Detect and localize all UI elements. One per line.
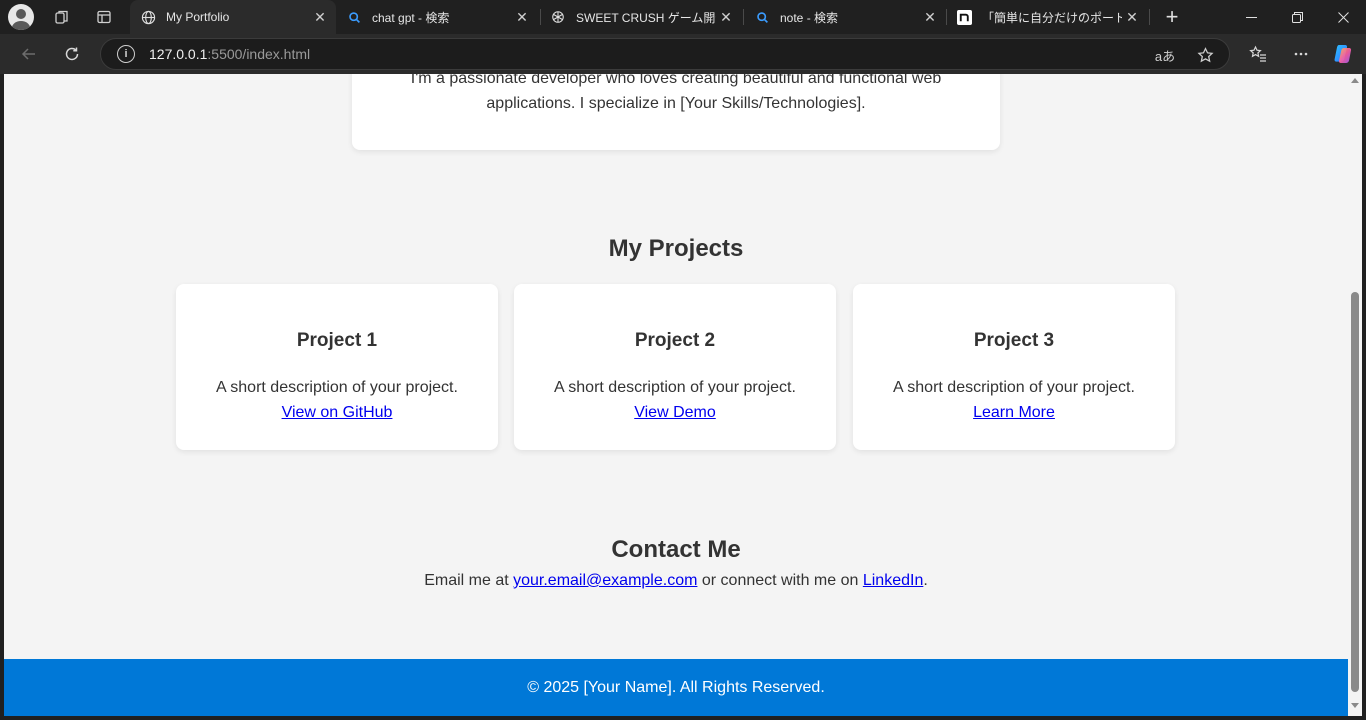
close-tab-icon[interactable]: ✕ [716,7,736,27]
favorite-star-icon[interactable] [1193,43,1217,67]
close-tab-icon[interactable]: ✕ [1122,7,1142,27]
footer-text: © 2025 [Your Name]. All Rights Reserved. [527,678,825,696]
search-icon [754,9,770,25]
page-scrollbar[interactable] [1348,74,1362,716]
about-text: I'm a passionate developer who loves cre… [410,74,942,112]
scroll-thumb[interactable] [1351,292,1359,692]
project-title: Project 2 [634,330,716,351]
contact-suffix: . [923,572,928,589]
tab-title: 「簡単に自分だけのポートフォリ [982,10,1122,25]
scroll-down-arrow-icon[interactable] [1351,703,1359,708]
copilot-icon[interactable] [1328,39,1358,69]
tab-my-portfolio[interactable]: My Portfolio ✕ [130,0,336,34]
read-aloud-icon[interactable]: aあ [1153,43,1177,67]
favorites-icon[interactable] [1243,39,1273,69]
project-card: Project 3 A short description of your pr… [853,284,1175,450]
close-window-button[interactable] [1320,0,1366,34]
url-host: 127.0.0.1 [149,46,208,62]
project-description: A short description of your project. [554,379,796,396]
close-tab-icon[interactable]: ✕ [310,7,330,27]
profile-avatar[interactable] [8,4,34,30]
page-footer: © 2025 [Your Name]. All Rights Reserved. [4,659,1348,716]
close-tab-icon[interactable]: ✕ [512,7,532,27]
url-path: :5500/index.html [207,46,311,62]
tab-separator [1149,9,1150,25]
globe-icon [140,9,156,25]
project-link-github[interactable]: View on GitHub [176,404,498,422]
projects-heading: My Projects [608,235,744,262]
refresh-button[interactable] [57,39,87,69]
search-icon [346,9,362,25]
project-card: Project 1 A short description of your pr… [176,284,498,450]
vertical-tabs-icon[interactable] [90,3,118,31]
project-description: A short description of your project. [216,379,458,396]
page-viewport: I'm a passionate developer who loves cre… [4,74,1348,716]
project-description: A short description of your project. [893,379,1135,396]
project-title: Project 3 [973,330,1055,351]
new-tab-button[interactable]: + [1158,3,1186,31]
address-bar[interactable]: i 127.0.0.1:5500/index.html aあ [100,38,1230,70]
about-card: I'm a passionate developer who loves cre… [352,74,1000,150]
minimize-button[interactable] [1228,0,1274,34]
tab-title: note - 検索 [780,10,839,25]
email-link[interactable]: your.email@example.com [513,572,697,589]
project-title: Project 1 [296,330,378,351]
browser-toolbar: i 127.0.0.1:5500/index.html aあ [0,34,1366,74]
back-button[interactable] [14,39,44,69]
tab-chat-gpt-search[interactable]: chat gpt - 検索 ✕ [336,0,538,34]
tab-note-article[interactable]: 「簡単に自分だけのポートフォリ ✕ [946,0,1148,34]
contact-middle: or connect with me on [697,572,863,589]
project-card: Project 2 A short description of your pr… [514,284,836,450]
tab-title: chat gpt - 検索 [372,10,450,25]
linkedin-link[interactable]: LinkedIn [863,572,924,589]
contact-text: Email me at your.email@example.com or co… [4,572,1348,590]
scroll-up-arrow-icon[interactable] [1351,78,1359,83]
openai-icon [550,9,566,25]
close-tab-icon[interactable]: ✕ [920,7,940,27]
project-link-demo[interactable]: View Demo [514,404,836,422]
window-bottom-edge [0,716,1366,720]
tab-sweet-crush[interactable]: SWEET CRUSH ゲーム開発 ✕ [540,0,742,34]
tab-note-search[interactable]: note - 検索 ✕ [744,0,946,34]
project-link-learn-more[interactable]: Learn More [853,404,1175,422]
workspaces-icon[interactable] [48,3,76,31]
tab-bar: My Portfolio ✕ chat gpt - 検索 ✕ SWEET CRU… [0,0,1366,34]
contact-heading: Contact Me [611,536,741,563]
site-info-icon[interactable]: i [117,45,135,63]
tab-title: SWEET CRUSH ゲーム開発 [576,10,716,25]
more-options-icon[interactable] [1286,39,1316,69]
tab-title: My Portfolio [166,10,230,24]
restore-button[interactable] [1274,0,1320,34]
contact-prefix: Email me at [424,572,514,589]
note-icon [956,9,972,25]
